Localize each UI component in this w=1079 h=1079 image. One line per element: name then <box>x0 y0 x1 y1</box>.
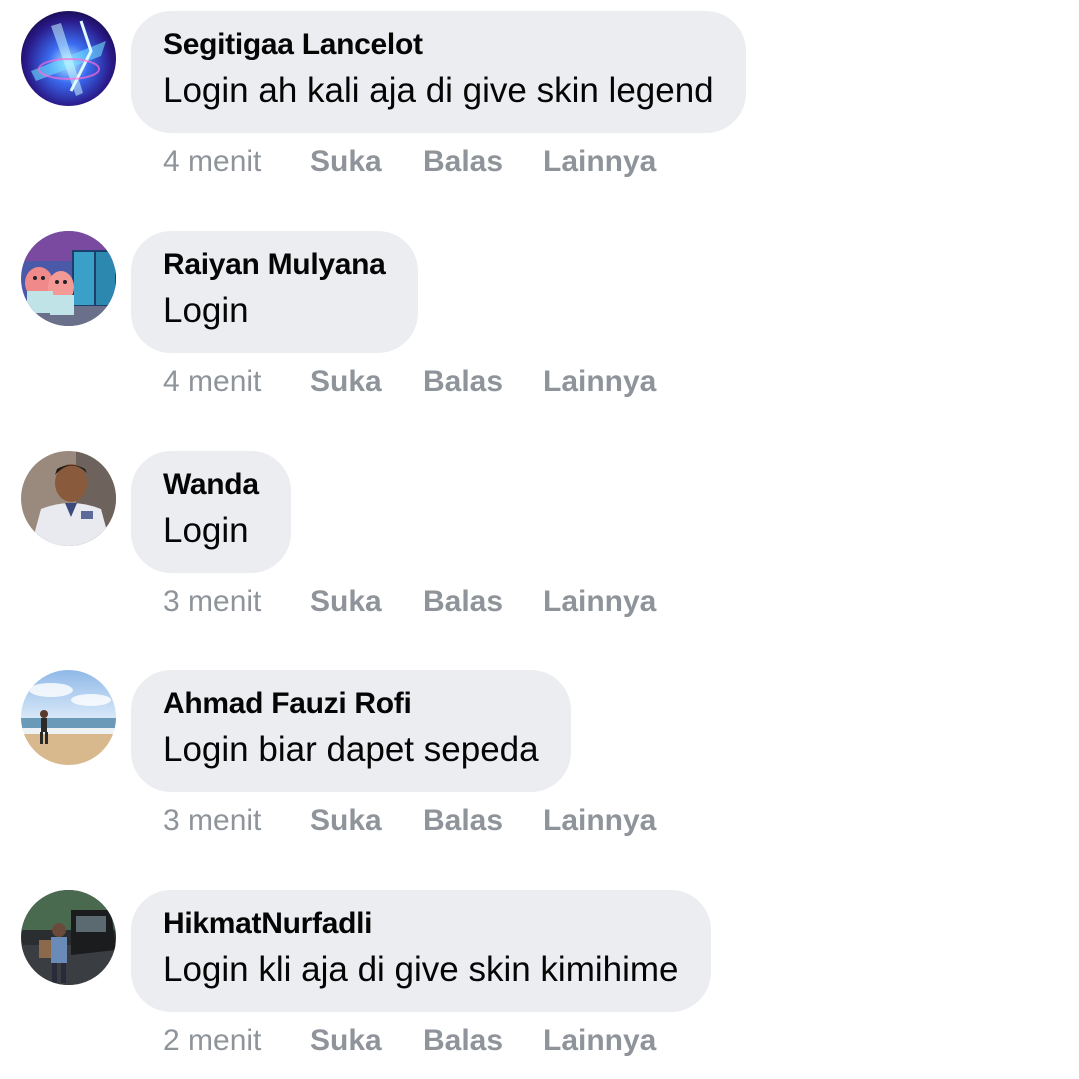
reply-button[interactable]: Balas <box>423 585 543 619</box>
comment-text: Login kli aja di give skin kimihime <box>163 950 679 989</box>
comment-time[interactable]: 3 menit <box>163 804 310 838</box>
neon-blue-abstract-avatar-icon[interactable] <box>21 11 116 106</box>
more-button[interactable]: Lainnya <box>543 804 656 838</box>
comment-bubble[interactable]: Ahmad Fauzi Rofi Login biar dapet sepeda <box>131 670 571 792</box>
comment-bubble[interactable]: Raiyan Mulyana Login <box>131 231 418 353</box>
comment-author[interactable]: Ahmad Fauzi Rofi <box>163 686 539 722</box>
comment-time[interactable]: 3 menit <box>163 585 310 619</box>
comment-text: Login <box>163 291 249 330</box>
comment-author[interactable]: Segitigaa Lancelot <box>163 27 714 63</box>
comment-actions: 3 menit Suka Balas Lainnya <box>163 801 656 841</box>
comment-item: Raiyan Mulyana Login 4 menit Suka Balas … <box>0 220 1079 420</box>
comment-text: Login biar dapet sepeda <box>163 730 539 769</box>
cartoon-characters-avatar-icon[interactable] <box>21 231 116 326</box>
like-button[interactable]: Suka <box>310 804 423 838</box>
like-button[interactable]: Suka <box>310 1024 423 1058</box>
reply-button[interactable]: Balas <box>423 804 543 838</box>
comment-author[interactable]: Raiyan Mulyana <box>163 247 386 283</box>
more-button[interactable]: Lainnya <box>543 585 656 619</box>
comment-bubble[interactable]: HikmatNurfadli Login kli aja di give ski… <box>131 890 711 1012</box>
person-car-photo-avatar-icon[interactable] <box>21 890 116 985</box>
more-button[interactable]: Lainnya <box>543 1024 656 1058</box>
comment-bubble[interactable]: Wanda Login <box>131 451 291 573</box>
comment-time[interactable]: 4 menit <box>163 145 310 179</box>
comment-bubble[interactable]: Segitigaa Lancelot Login ah kali aja di … <box>131 11 746 133</box>
comment-author[interactable]: Wanda <box>163 467 259 503</box>
comment-actions: 4 menit Suka Balas Lainnya <box>163 142 656 182</box>
reply-button[interactable]: Balas <box>423 1024 543 1058</box>
like-button[interactable]: Suka <box>310 365 423 399</box>
comment-actions: 2 menit Suka Balas Lainnya <box>163 1021 656 1061</box>
comment-actions: 3 menit Suka Balas Lainnya <box>163 582 656 622</box>
comment-item: HikmatNurfadli Login kli aja di give ski… <box>0 879 1079 1079</box>
comment-item: Segitigaa Lancelot Login ah kali aja di … <box>0 0 1079 200</box>
comment-actions: 4 menit Suka Balas Lainnya <box>163 362 656 402</box>
comment-author[interactable]: HikmatNurfadli <box>163 906 679 942</box>
like-button[interactable]: Suka <box>310 145 423 179</box>
comment-item: Ahmad Fauzi Rofi Login biar dapet sepeda… <box>0 659 1079 859</box>
more-button[interactable]: Lainnya <box>543 145 656 179</box>
comment-time[interactable]: 4 menit <box>163 365 310 399</box>
more-button[interactable]: Lainnya <box>543 365 656 399</box>
person-photo-avatar-icon[interactable] <box>21 451 116 546</box>
reply-button[interactable]: Balas <box>423 365 543 399</box>
beach-photo-avatar-icon[interactable] <box>21 670 116 765</box>
comment-item: Wanda Login 3 menit Suka Balas Lainnya <box>0 440 1079 640</box>
comment-time[interactable]: 2 menit <box>163 1024 310 1058</box>
reply-button[interactable]: Balas <box>423 145 543 179</box>
comment-text: Login ah kali aja di give skin legend <box>163 71 714 110</box>
like-button[interactable]: Suka <box>310 585 423 619</box>
comment-text: Login <box>163 511 249 550</box>
